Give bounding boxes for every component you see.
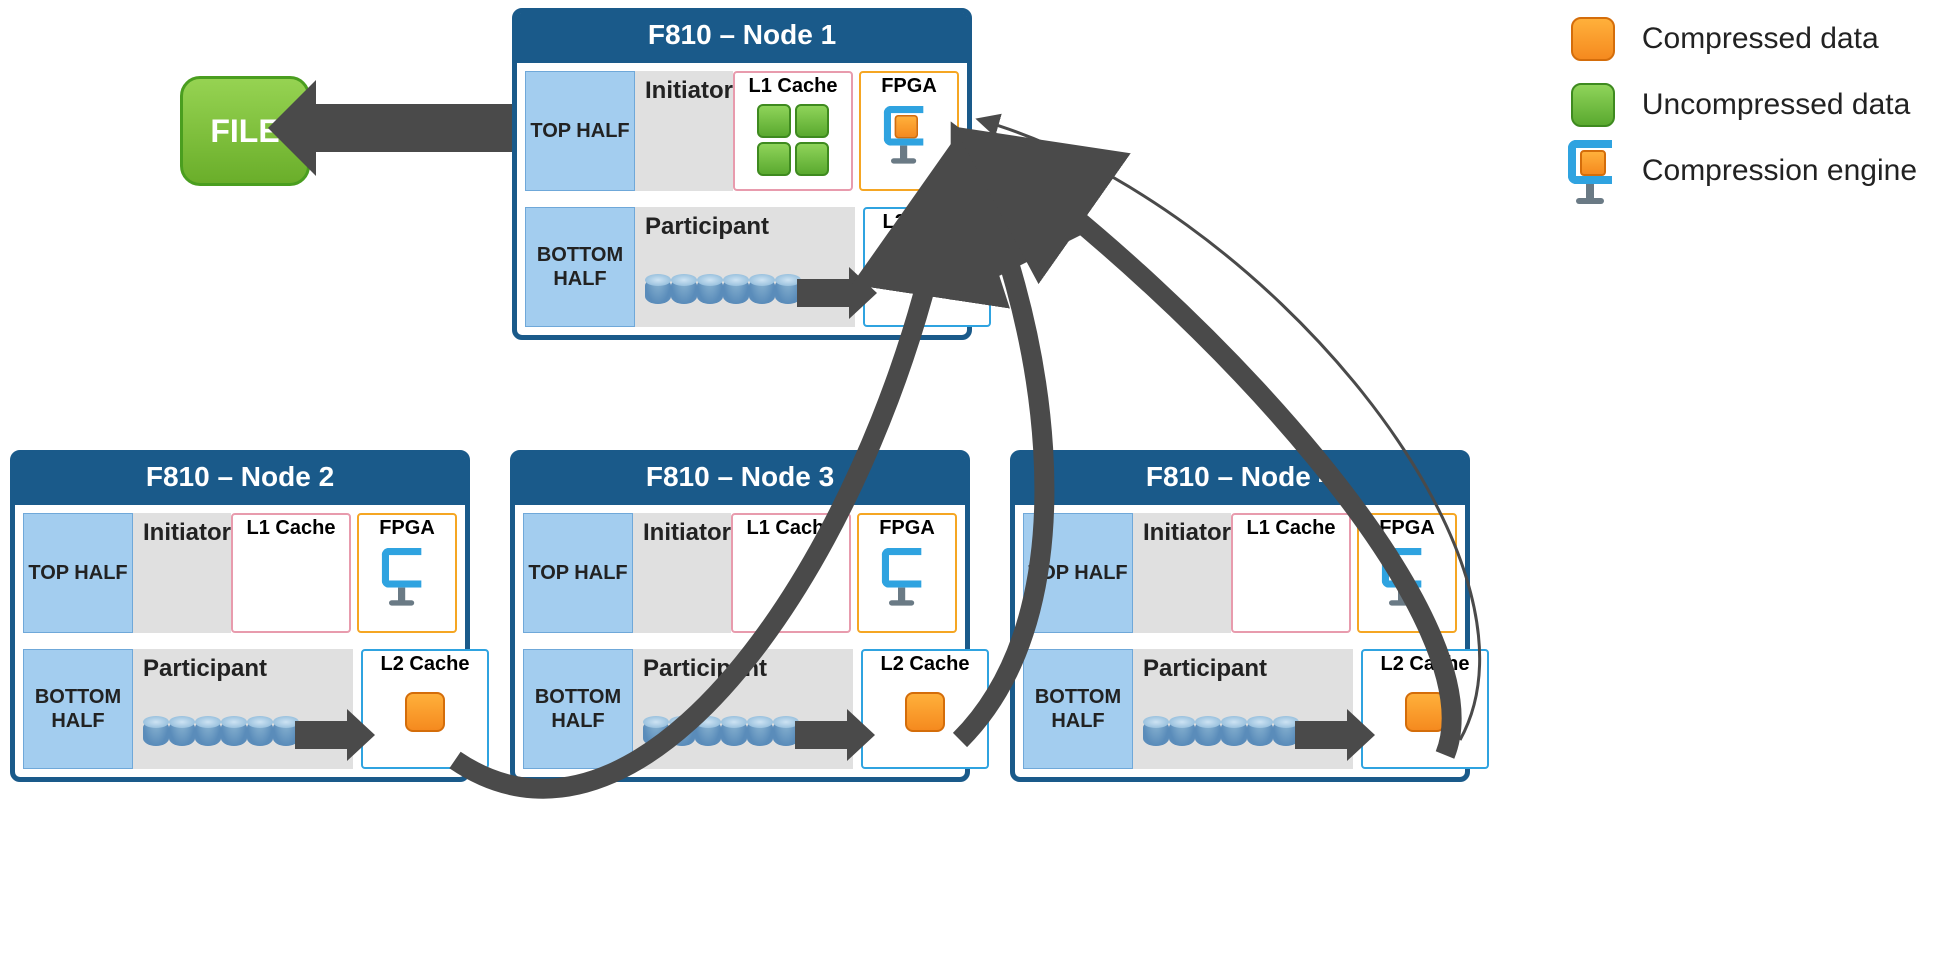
uncompressed-block-icon (795, 142, 829, 176)
top-half-label: TOP HALF (525, 71, 635, 191)
compressed-block-icon (405, 692, 445, 732)
l2-cache: L2 Cache (361, 649, 489, 769)
l1-label: L1 Cache (247, 517, 336, 540)
compression-engine-icon (882, 548, 932, 604)
node-3: F810 – Node 3 TOP HALF Initiator L1 Cach… (510, 450, 970, 782)
node-3-top-half: TOP HALF Initiator L1 Cache FPGA (515, 505, 965, 641)
fpga: FPGA (357, 513, 457, 633)
l2-label: L2 Cache (381, 653, 470, 676)
participant-label: Participant (643, 655, 767, 683)
uncompressed-data-icon (1568, 80, 1618, 130)
participant-strip: Participant (1133, 649, 1353, 769)
disk-to-l2-arrow-icon (797, 279, 855, 307)
l2-label: L2 Cache (883, 211, 972, 234)
fpga: FPGA (1357, 513, 1457, 633)
node-1: F810 – Node 1 TOP HALF Initiator L1 Cach… (512, 8, 972, 340)
compressed-block-icon (905, 692, 945, 732)
fpga-label: FPGA (881, 75, 937, 98)
l1-label: L1 Cache (749, 75, 838, 98)
fpga-label: FPGA (879, 517, 935, 540)
l1-cache: L1 Cache (1231, 513, 1351, 633)
node-2-top-half: TOP HALF Initiator L1 Cache FPGA (15, 505, 465, 641)
bottom-half-label: BOTTOM HALF (1023, 649, 1133, 769)
participant-strip: Participant (133, 649, 353, 769)
legend-compressed-label: Compressed data (1642, 22, 1879, 56)
top-half-label: TOP HALF (23, 513, 133, 633)
l1-cache: L1 Cache (731, 513, 851, 633)
l1-label: L1 Cache (1247, 517, 1336, 540)
disk-to-l2-arrow-icon (295, 721, 353, 749)
disk-stack-icon (1143, 716, 1299, 750)
uncompressed-block-icon (795, 104, 829, 138)
initiator-label: Initiator (643, 519, 731, 547)
fpga-label: FPGA (379, 517, 435, 540)
legend-uncompressed-label: Uncompressed data (1642, 88, 1910, 122)
initiator-strip: Initiator (633, 513, 731, 633)
node-4: F810 – Node 4 TOP HALF Initiator L1 Cach… (1010, 450, 1470, 782)
legend: Compressed data Uncompressed data Compre… (1568, 14, 1917, 196)
l1-label: L1 Cache (747, 517, 836, 540)
node-2: F810 – Node 2 TOP HALF Initiator L1 Cach… (10, 450, 470, 782)
l2-label: L2 Cache (1381, 653, 1470, 676)
participant-label: Participant (645, 213, 769, 241)
initiator-strip: Initiator (1133, 513, 1231, 633)
disk-stack-icon (143, 716, 299, 750)
top-half-label: TOP HALF (1023, 513, 1133, 633)
compressed-block-icon (1405, 692, 1445, 732)
compression-engine-icon (884, 106, 934, 162)
bottom-half-label: BOTTOM HALF (23, 649, 133, 769)
node-2-title: F810 – Node 2 (15, 455, 465, 505)
participant-label: Participant (1143, 655, 1267, 683)
fpga-label: FPGA (1379, 517, 1435, 540)
l2-cache: L2 Cache (861, 649, 989, 769)
compressed-data-icon (1568, 14, 1618, 64)
fpga: FPGA (857, 513, 957, 633)
node-3-title: F810 – Node 3 (515, 455, 965, 505)
bottom-half-label: BOTTOM HALF (523, 649, 633, 769)
initiator-strip: Initiator (635, 71, 733, 191)
uncompressed-block-icon (757, 142, 791, 176)
legend-engine-label: Compression engine (1642, 154, 1917, 188)
bottom-half-label: BOTTOM HALF (525, 207, 635, 327)
l1-cache: L1 Cache (733, 71, 853, 191)
participant-label: Participant (143, 655, 267, 683)
node-3-bottom-half: BOTTOM HALF Participant L2 Cache (515, 641, 965, 777)
participant-strip: Participant (635, 207, 855, 327)
compression-engine-icon (1568, 146, 1618, 196)
l1-data-blocks (757, 104, 829, 176)
initiator-strip: Initiator (133, 513, 231, 633)
disk-to-l2-arrow-icon (795, 721, 853, 749)
l2-label: L2 Cache (881, 653, 970, 676)
legend-uncompressed: Uncompressed data (1568, 80, 1917, 130)
disk-stack-icon (645, 274, 801, 308)
l2-cache: L2 Cache (1361, 649, 1489, 769)
uncompressed-block-icon (757, 104, 791, 138)
l1-cache: L1 Cache (231, 513, 351, 633)
initiator-label: Initiator (1143, 519, 1231, 547)
node-4-title: F810 – Node 4 (1015, 455, 1465, 505)
node-1-top-half: TOP HALF Initiator L1 Cache FPGA (517, 63, 967, 199)
initiator-label: Initiator (645, 77, 733, 105)
disk-to-l2-arrow-icon (1295, 721, 1353, 749)
top-half-label: TOP HALF (523, 513, 633, 633)
legend-engine: Compression engine (1568, 146, 1917, 196)
initiator-label: Initiator (143, 519, 231, 547)
compressed-block-icon (907, 250, 947, 290)
compression-engine-icon (1382, 548, 1432, 604)
participant-strip: Participant (633, 649, 853, 769)
node-4-bottom-half: BOTTOM HALF Participant L2 Cache (1015, 641, 1465, 777)
node-1-title: F810 – Node 1 (517, 13, 967, 63)
disk-stack-icon (643, 716, 799, 750)
output-arrow-icon (312, 104, 512, 152)
fpga: FPGA (859, 71, 959, 191)
legend-compressed: Compressed data (1568, 14, 1917, 64)
node-4-top-half: TOP HALF Initiator L1 Cache FPGA (1015, 505, 1465, 641)
l2-cache: L2 Cache (863, 207, 991, 327)
node-1-bottom-half: BOTTOM HALF Participant L2 Cache (517, 199, 967, 335)
compression-engine-icon (382, 548, 432, 604)
node-2-bottom-half: BOTTOM HALF Participant L2 Cache (15, 641, 465, 777)
